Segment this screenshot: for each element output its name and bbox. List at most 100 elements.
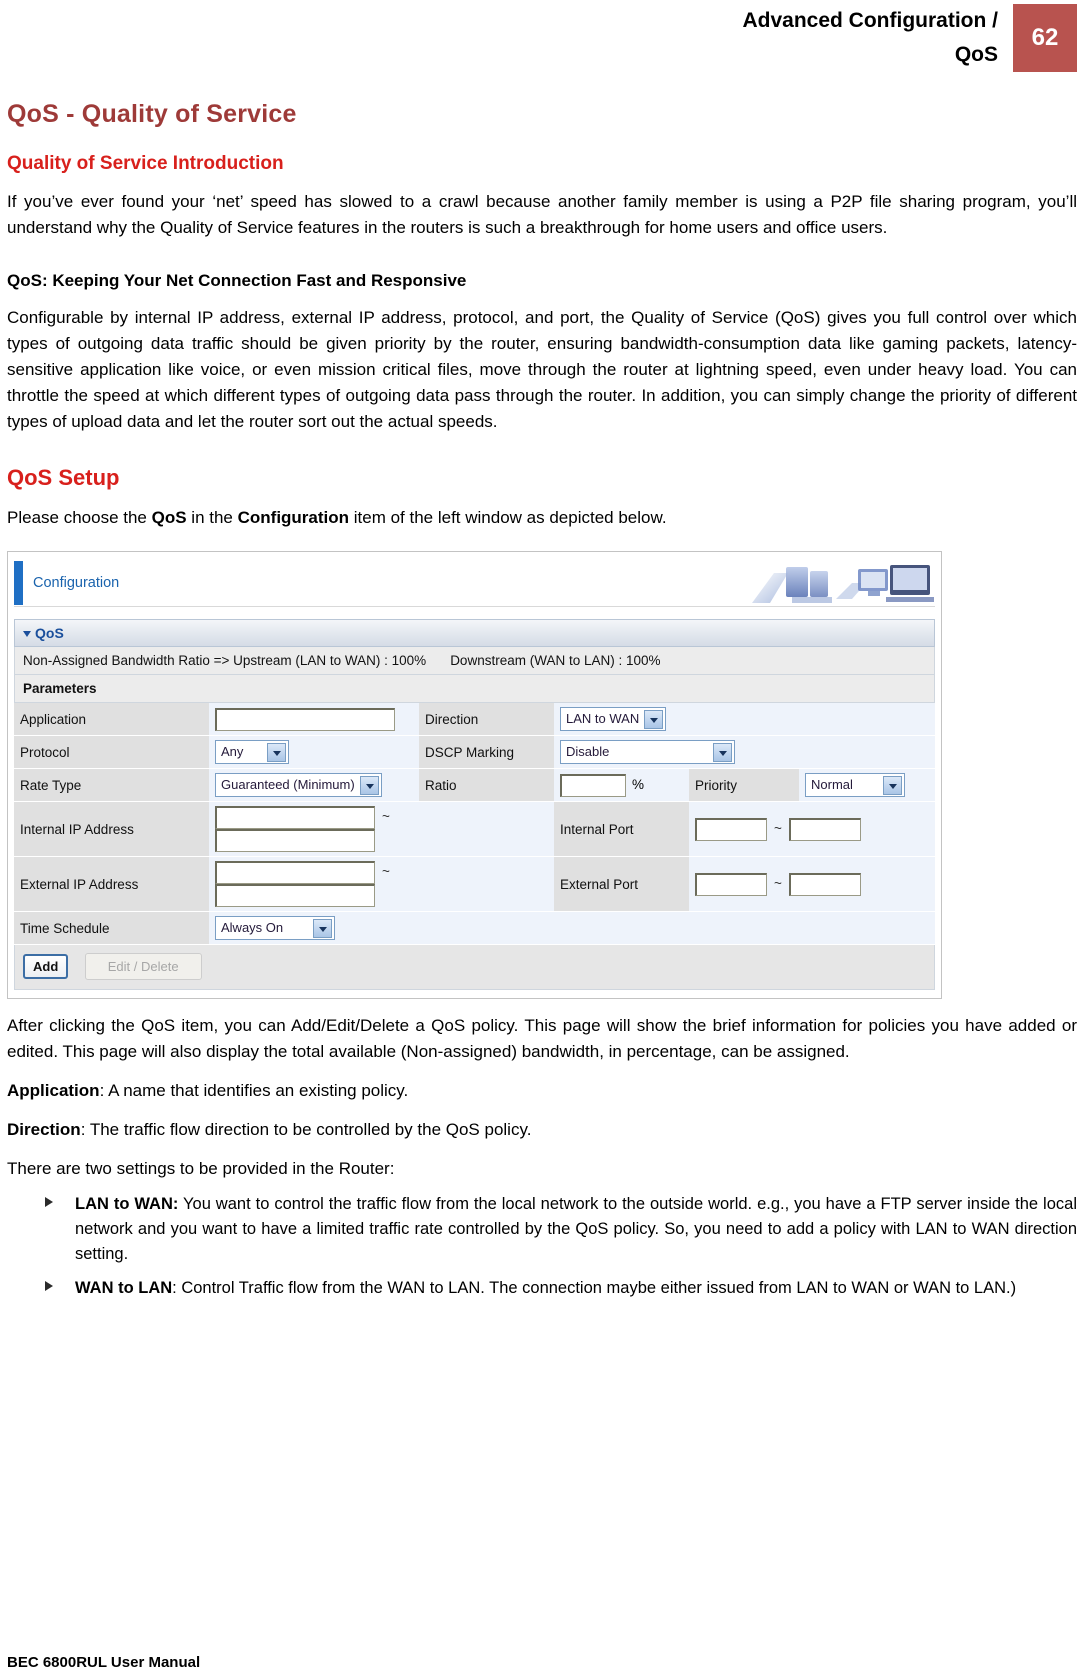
- label-external-port: External Port: [554, 856, 689, 912]
- chevron-down-icon[interactable]: [313, 919, 332, 938]
- setup-intro-suffix: item of the left window as depicted belo…: [349, 508, 667, 527]
- paragraph-after-screenshot: After clicking the QoS item, you can Add…: [7, 1016, 1077, 1061]
- cell-priority-select: Normal: [799, 768, 935, 802]
- direction-settings-list: LAN to WAN: You want to control the traf…: [7, 1192, 1077, 1301]
- direction-select-value: LAN to WAN: [566, 711, 640, 726]
- label-application: Application: [14, 703, 209, 736]
- page-number-badge: 62: [1013, 4, 1077, 72]
- chevron-down-icon[interactable]: [713, 743, 732, 762]
- external-port-range-separator: ~: [774, 875, 782, 891]
- cell-direction-select: LAN to WAN: [554, 703, 935, 736]
- label-rate-type: Rate Type: [14, 768, 209, 802]
- time-schedule-select-value: Always On: [221, 920, 284, 935]
- internal-port-to-input[interactable]: [789, 817, 861, 841]
- setup-intro-mid: in the: [186, 508, 238, 527]
- upstream-ratio-text: Non-Assigned Bandwidth Ratio => Upstream…: [23, 653, 427, 668]
- cell-internal-ip-range: ~: [209, 801, 554, 857]
- computers-illustration-icon: [740, 559, 935, 606]
- cell-application-input: [209, 703, 419, 736]
- document-content: QoS - Quality of Service Quality of Serv…: [0, 100, 1084, 1301]
- definition-application-desc: : A name that identifies an existing pol…: [99, 1081, 409, 1100]
- cell-external-port-range: ~: [689, 856, 935, 912]
- label-protocol: Protocol: [14, 735, 209, 769]
- application-input[interactable]: [215, 707, 395, 731]
- edit-delete-button: Edit / Delete: [84, 953, 202, 980]
- rate-type-select[interactable]: Guaranteed (Minimum): [215, 773, 382, 797]
- paragraph-fast-responsive: Configurable by internal IP address, ext…: [7, 308, 1077, 431]
- external-ip-range-separator: ~: [382, 864, 390, 880]
- external-port-to-input[interactable]: [789, 872, 861, 896]
- list-item: WAN to LAN: Control Traffic flow from th…: [7, 1276, 1077, 1301]
- cell-dscp-select: Disable: [554, 735, 935, 769]
- heading-intro: Quality of Service Introduction: [7, 153, 284, 174]
- bullet-term-lan-to-wan: LAN to WAN:: [75, 1195, 179, 1213]
- cell-external-ip-range: ~: [209, 856, 554, 912]
- page-header: Advanced Configuration / QoS 62: [0, 0, 1084, 78]
- paragraph-setup-intro: Please choose the QoS in the Configurati…: [7, 505, 1077, 531]
- add-button[interactable]: Add: [23, 954, 69, 979]
- chevron-down-icon[interactable]: [644, 710, 664, 729]
- breadcrumb-accent-bar: [14, 560, 23, 605]
- table-row-protocol: Protocol Any DSCP Marking Disable: [14, 735, 935, 769]
- paragraph-intro: If you’ve ever found your ‘net’ speed ha…: [7, 192, 1077, 237]
- arrow-bullet-icon: [45, 1281, 53, 1291]
- paragraph-two-settings: There are two settings to be provided in…: [7, 1159, 395, 1178]
- internal-port-range-separator: ~: [774, 820, 782, 836]
- parameters-section-label: Parameters: [14, 675, 935, 703]
- bullet-text-wan-to-lan: : Control Traffic flow from the WAN to L…: [172, 1279, 1017, 1297]
- priority-select-value: Normal: [811, 777, 853, 792]
- collapse-triangle-icon[interactable]: [23, 631, 31, 637]
- bullet-text-lan-to-wan: You want to control the traffic flow fro…: [75, 1195, 1077, 1263]
- ratio-unit: %: [632, 776, 645, 792]
- page-header-title: Advanced Configuration / QoS: [742, 9, 998, 66]
- cell-protocol-select: Any: [209, 735, 419, 769]
- internal-port-from-input[interactable]: [695, 817, 767, 841]
- setup-intro-prefix: Please choose the: [7, 508, 152, 527]
- label-priority: Priority: [689, 768, 799, 802]
- arrow-bullet-icon: [45, 1197, 53, 1207]
- internal-ip-range-separator: ~: [382, 809, 390, 825]
- bandwidth-ratio-row: Non-Assigned Bandwidth Ratio => Upstream…: [14, 647, 935, 675]
- heading-qos-setup: QoS Setup: [7, 465, 120, 490]
- external-ip-from-input[interactable]: [215, 861, 375, 884]
- router-ui-screenshot: Configuration QoS Non-Assigned Bandwidth…: [7, 551, 942, 999]
- bullet-term-wan-to-lan: WAN to LAN: [75, 1279, 173, 1297]
- internal-ip-to-input[interactable]: [215, 829, 375, 852]
- qos-panel-title: QoS: [35, 625, 64, 641]
- rate-type-select-value: Guaranteed (Minimum): [221, 777, 355, 792]
- dscp-select-value: Disable: [566, 744, 610, 759]
- chevron-down-icon[interactable]: [883, 776, 902, 795]
- chevron-down-icon[interactable]: [267, 743, 286, 762]
- label-time-schedule: Time Schedule: [14, 911, 209, 945]
- direction-select[interactable]: LAN to WAN: [560, 707, 667, 731]
- cell-rate-type-select: Guaranteed (Minimum): [209, 768, 419, 802]
- setup-intro-bold-qos: QoS: [151, 508, 187, 527]
- cell-ratio-input: %: [554, 768, 689, 802]
- dscp-marking-select[interactable]: Disable: [560, 740, 735, 764]
- cell-time-schedule-select: Always On: [209, 911, 935, 945]
- internal-ip-from-input[interactable]: [215, 806, 375, 829]
- priority-select[interactable]: Normal: [805, 773, 905, 797]
- downstream-ratio-text: Downstream (WAN to LAN) : 100%: [450, 653, 661, 668]
- time-schedule-select[interactable]: Always On: [215, 916, 335, 940]
- definition-application: Application: A name that identifies an e…: [7, 1078, 1077, 1104]
- list-item: LAN to WAN: You want to control the traf…: [7, 1192, 1077, 1267]
- external-ip-to-input[interactable]: [215, 884, 375, 907]
- label-internal-ip-address: Internal IP Address: [14, 801, 209, 857]
- definition-direction-desc: : The traffic flow direction to be contr…: [80, 1120, 532, 1139]
- breadcrumb[interactable]: Configuration: [33, 575, 119, 591]
- external-port-from-input[interactable]: [695, 872, 767, 896]
- protocol-select[interactable]: Any: [215, 740, 289, 764]
- table-row-application: Application Direction LAN to WAN: [14, 703, 935, 736]
- ratio-input[interactable]: [560, 773, 626, 797]
- qos-panel-header[interactable]: QoS: [14, 619, 935, 647]
- label-internal-port: Internal Port: [554, 801, 689, 857]
- table-row-rate-type: Rate Type Guaranteed (Minimum) Ratio % P…: [14, 768, 935, 802]
- router-breadcrumb-bar: Configuration: [14, 559, 935, 607]
- definition-direction: Direction: The traffic flow direction to…: [7, 1117, 1077, 1143]
- page-title: QoS - Quality of Service: [7, 100, 297, 128]
- definition-direction-term: Direction: [7, 1120, 81, 1139]
- protocol-select-value: Any: [221, 744, 244, 759]
- chevron-down-icon[interactable]: [359, 776, 379, 795]
- label-direction: Direction: [419, 703, 554, 736]
